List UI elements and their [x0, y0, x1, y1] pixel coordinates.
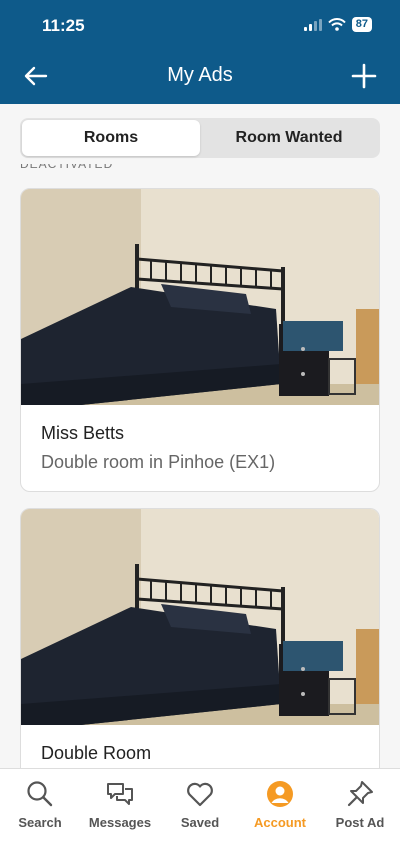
ad-card[interactable]: Miss Betts Double room in Pinhoe (EX1)	[20, 188, 380, 492]
pin-icon	[347, 781, 373, 807]
bottom-tab-bar: Search Messages Saved Account Post Ad	[0, 768, 400, 866]
tab-search[interactable]: Search	[0, 779, 80, 866]
tab-label: Messages	[88, 815, 152, 830]
app-header: 11:25 87 My Ads	[0, 0, 400, 104]
room-photo	[21, 189, 379, 405]
status-icons: 87	[303, 17, 372, 32]
room-photo	[21, 509, 379, 725]
ad-subtitle: Double room in Pinhoe (EX1)	[41, 452, 276, 472]
tab-rooms[interactable]: Rooms	[22, 120, 200, 156]
cellular-signal-icon	[303, 18, 322, 31]
section-label: DEACTIVATED	[20, 164, 114, 171]
add-ad-icon[interactable]	[350, 62, 378, 90]
status-time: 11:25	[42, 16, 85, 35]
heart-icon	[187, 782, 213, 807]
tab-label: Saved	[180, 815, 220, 830]
tab-label: Account	[254, 815, 306, 830]
tab-label: Search	[18, 815, 62, 830]
tab-post-ad[interactable]: Post Ad	[320, 779, 400, 866]
page-title: My Ads	[167, 64, 233, 86]
tab-messages[interactable]: Messages	[80, 779, 160, 866]
messages-icon	[107, 783, 133, 805]
tab-label: Post Ad	[335, 815, 385, 830]
ad-title: Miss Betts	[41, 423, 125, 443]
ad-title: Double Room	[41, 743, 152, 763]
tab-account[interactable]: Account	[240, 779, 320, 866]
segmented-control: Rooms Room Wanted	[20, 118, 380, 158]
tab-room-wanted[interactable]: Room Wanted	[200, 120, 378, 156]
battery-indicator: 87	[351, 17, 372, 32]
wifi-icon	[328, 18, 346, 31]
tab-saved[interactable]: Saved	[160, 779, 240, 866]
search-icon	[27, 781, 53, 807]
account-icon	[267, 781, 293, 807]
ads-list[interactable]: Rooms Room Wanted DEACTIVATED Miss Betts…	[0, 104, 400, 768]
ad-card[interactable]: Double Room	[20, 508, 380, 768]
